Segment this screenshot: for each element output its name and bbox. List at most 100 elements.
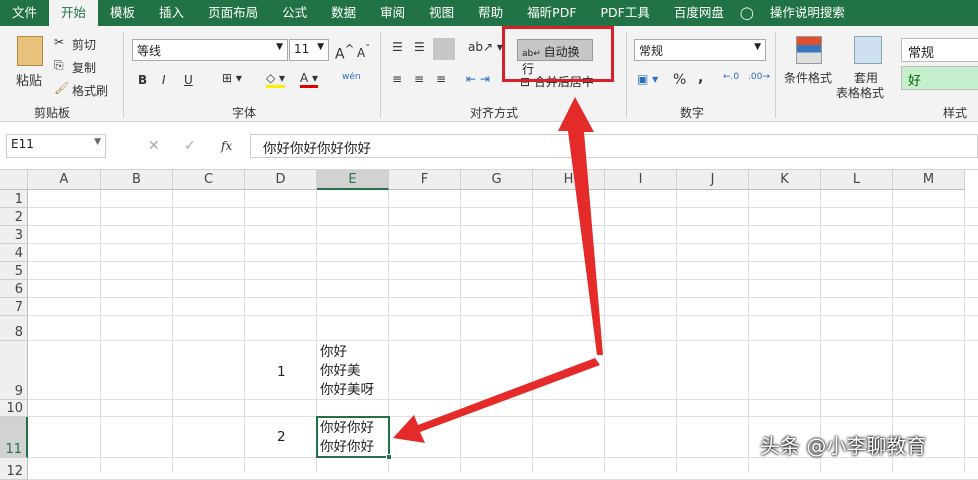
- cancel-icon[interactable]: ✕: [148, 138, 160, 154]
- cut-button[interactable]: 剪切: [72, 36, 96, 53]
- column-header-g[interactable]: G: [461, 170, 533, 190]
- tab-foxit-pdf[interactable]: 福昕PDF: [515, 0, 588, 26]
- column-header-l[interactable]: L: [821, 170, 893, 190]
- tab-help[interactable]: 帮助: [466, 0, 515, 26]
- column-header-i[interactable]: I: [605, 170, 677, 190]
- table-format-icon[interactable]: [854, 36, 882, 64]
- phonetic-button[interactable]: wén: [342, 72, 361, 82]
- tab-pdf-tools[interactable]: PDF工具: [589, 0, 662, 26]
- align-middle-icon[interactable]: ☰: [414, 40, 425, 54]
- row-header-1[interactable]: 1: [0, 190, 28, 208]
- worksheet-grid[interactable]: A B C D E F G H I J K L M 1 2 3 4 5 6 7 8 9 10 11 12: [0, 170, 978, 480]
- bold-button[interactable]: B: [138, 73, 147, 87]
- orientation-icon[interactable]: ab↗ ▾: [468, 40, 503, 54]
- column-header-m[interactable]: M: [893, 170, 965, 190]
- tab-page-layout[interactable]: 页面布局: [196, 0, 270, 26]
- cell-d11[interactable]: 2: [277, 428, 286, 447]
- paste-button[interactable]: 粘贴: [16, 70, 42, 89]
- group-label-font: 字体: [232, 106, 257, 120]
- enter-icon[interactable]: ✓: [184, 138, 196, 154]
- align-center-icon[interactable]: ≡: [414, 72, 424, 86]
- comma-button[interactable]: ,: [698, 70, 703, 86]
- align-right-icon[interactable]: ≡: [436, 72, 446, 86]
- cell-e11-selected[interactable]: 你好你好 你好你好: [316, 416, 392, 460]
- name-box[interactable]: E11 ▼: [6, 134, 106, 158]
- select-all-corner[interactable]: [0, 170, 28, 190]
- row-header-8[interactable]: 8: [0, 316, 28, 341]
- format-painter-button[interactable]: 格式刷: [72, 82, 108, 99]
- fill-color-icon[interactable]: ◇ ▾: [266, 71, 286, 88]
- insert-function-button[interactable]: fx: [221, 139, 232, 153]
- brush-icon: 🖌: [54, 81, 70, 95]
- tab-template[interactable]: 模板: [98, 0, 147, 26]
- formula-input[interactable]: 你好你好你好你好: [250, 134, 978, 158]
- gridline: [28, 416, 978, 417]
- row-header-9[interactable]: 9: [0, 341, 28, 400]
- gridline: [532, 190, 533, 472]
- row-header-6[interactable]: 6: [0, 280, 28, 298]
- cell-d9[interactable]: 1: [277, 363, 286, 382]
- column-header-f[interactable]: F: [389, 170, 461, 190]
- gridline: [748, 190, 749, 472]
- style-good[interactable]: 好: [901, 66, 978, 90]
- copy-icon: ⎘: [54, 58, 64, 72]
- fill-handle[interactable]: [386, 454, 392, 460]
- tab-formulas[interactable]: 公式: [270, 0, 319, 26]
- paste-icon[interactable]: [17, 36, 43, 66]
- gridline: [28, 225, 978, 226]
- row-header-3[interactable]: 3: [0, 226, 28, 244]
- row-header-10[interactable]: 10: [0, 400, 28, 417]
- tab-review[interactable]: 审阅: [368, 0, 417, 26]
- conditional-format-icon[interactable]: [796, 36, 822, 64]
- align-bottom-icon[interactable]: [433, 38, 455, 60]
- column-header-d[interactable]: D: [245, 170, 317, 190]
- column-header-c[interactable]: C: [173, 170, 245, 190]
- column-header-e[interactable]: E: [317, 170, 389, 190]
- column-header-a[interactable]: A: [28, 170, 101, 190]
- style-normal[interactable]: 常规: [901, 38, 978, 62]
- tell-me-search[interactable]: 操作说明搜索: [758, 0, 857, 26]
- conditional-format-button[interactable]: 条件格式: [784, 69, 832, 86]
- font-name-value: 等线: [137, 44, 162, 58]
- column-header-h[interactable]: H: [533, 170, 605, 190]
- cell-e9-line: 你好美呀: [320, 382, 374, 398]
- increase-decimal-icon[interactable]: ←.0: [723, 72, 739, 82]
- underline-button[interactable]: U: [184, 73, 193, 87]
- row-header-5[interactable]: 5: [0, 262, 28, 280]
- cell-e9[interactable]: 你好 你好美 你好美呀: [320, 343, 374, 400]
- align-left-icon[interactable]: ≡: [392, 72, 402, 86]
- tab-baidu-pan[interactable]: 百度网盘: [662, 0, 736, 26]
- column-header-j[interactable]: J: [677, 170, 749, 190]
- row-header-4[interactable]: 4: [0, 244, 28, 262]
- column-header-k[interactable]: K: [749, 170, 821, 190]
- tab-view[interactable]: 视图: [417, 0, 466, 26]
- tab-file[interactable]: 文件: [0, 0, 49, 26]
- row-header-2[interactable]: 2: [0, 208, 28, 226]
- number-format-select[interactable]: 常规 ▼: [634, 39, 766, 61]
- row-header-12[interactable]: 12: [0, 458, 28, 480]
- increase-font-icon[interactable]: A^: [335, 42, 354, 63]
- indent-icon[interactable]: ⇤ ⇥: [466, 72, 490, 86]
- column-header-b[interactable]: B: [101, 170, 173, 190]
- copy-button[interactable]: 复制: [72, 59, 96, 76]
- style-normal-label: 常规: [908, 46, 935, 61]
- font-size-select[interactable]: 11 ▼: [289, 39, 329, 61]
- cell-e9-line: 你好美: [320, 363, 361, 379]
- align-top-icon[interactable]: ☰: [392, 40, 403, 54]
- italic-button[interactable]: I: [162, 73, 166, 87]
- font-color-icon[interactable]: A ▾: [300, 71, 319, 88]
- tab-home[interactable]: 开始: [49, 0, 99, 26]
- row-header-11[interactable]: 11: [0, 417, 28, 458]
- row-header-7[interactable]: 7: [0, 298, 28, 316]
- font-name-select[interactable]: 等线 ▼: [132, 39, 288, 61]
- tab-insert[interactable]: 插入: [147, 0, 196, 26]
- decrease-decimal-icon[interactable]: .00→: [748, 72, 770, 82]
- percent-button[interactable]: %: [673, 72, 686, 88]
- gridline: [28, 340, 978, 341]
- decrease-font-icon[interactable]: Aˇ: [357, 44, 370, 60]
- borders-icon[interactable]: ⊞ ▾: [222, 71, 242, 85]
- currency-icon[interactable]: ▣ ▾: [637, 72, 658, 86]
- tab-data[interactable]: 数据: [319, 0, 368, 26]
- table-format-label-2[interactable]: 表格格式: [836, 84, 884, 101]
- gridline: [28, 207, 978, 208]
